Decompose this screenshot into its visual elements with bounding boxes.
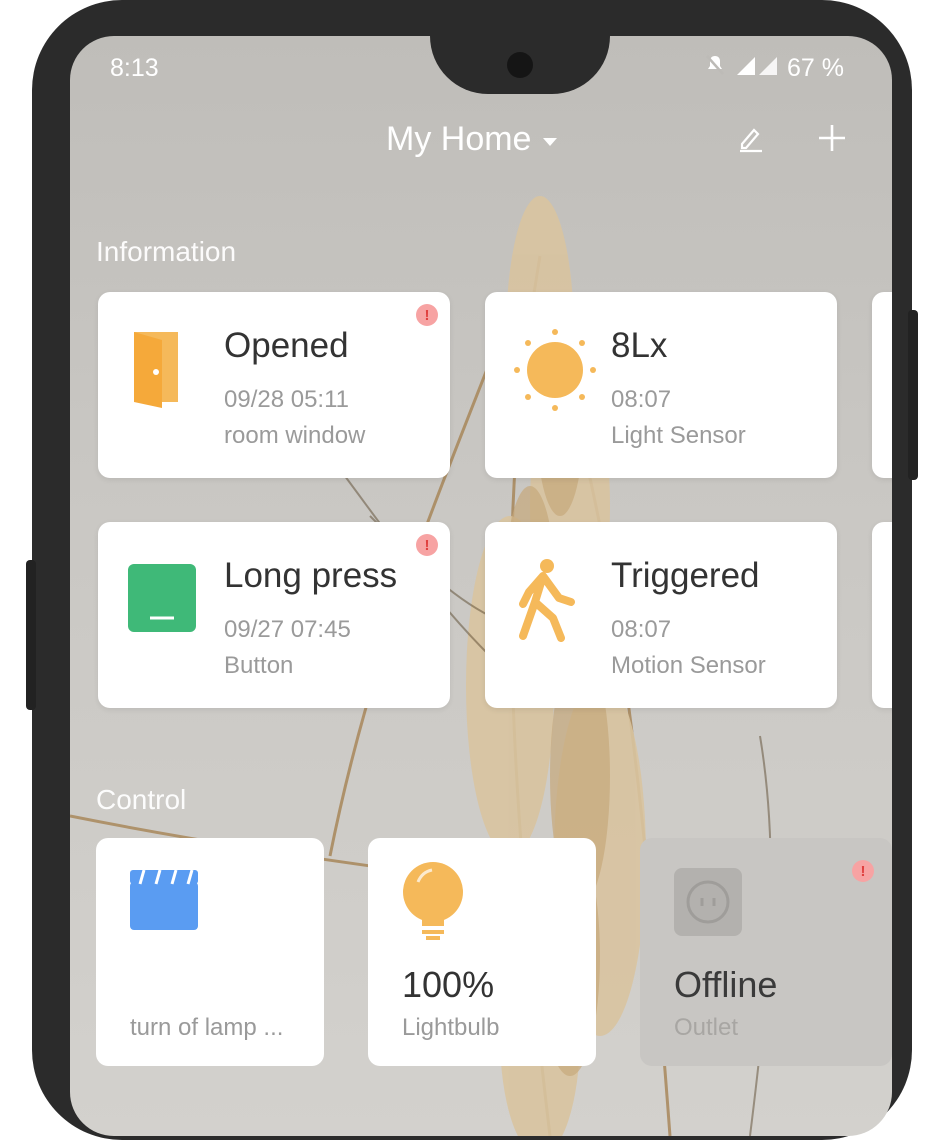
- mute-bell-icon: [703, 53, 727, 84]
- control-card-value: 100%: [402, 964, 495, 1005]
- power-button: [908, 310, 918, 480]
- chevron-down-icon: [543, 137, 558, 146]
- info-card-button[interactable]: Long press 09/27 07:45 Button !: [98, 522, 450, 708]
- info-card-motion-sensor[interactable]: Triggered 08:07 Motion Sensor: [485, 522, 837, 708]
- sun-icon: [513, 328, 597, 417]
- app-screen: 8:13 67 % My Home Information Opened 09/…: [70, 36, 892, 1136]
- button-icon: [126, 562, 198, 639]
- door-icon: [126, 328, 186, 413]
- status-time: 8:13: [110, 53, 159, 82]
- alert-badge: !: [416, 304, 438, 326]
- lightbulb-icon: [400, 860, 466, 947]
- outlet-icon: [672, 866, 744, 943]
- info-card-door[interactable]: Opened 09/28 05:11 room window !: [98, 292, 450, 478]
- home-title: My Home: [386, 120, 532, 158]
- control-card-value: Offline: [674, 964, 778, 1005]
- status-icons: 67 %: [703, 53, 844, 84]
- info-card-time: 08:07: [611, 616, 672, 643]
- app-header: My Home: [70, 116, 892, 172]
- signal-icon: [735, 53, 779, 84]
- clapperboard-icon: [128, 868, 200, 937]
- info-card-main: Triggered: [611, 556, 760, 595]
- alert-badge: !: [852, 860, 874, 882]
- battery-label: 67 %: [787, 53, 844, 82]
- control-section-label: Control: [96, 784, 187, 815]
- info-card-main: Opened: [224, 326, 349, 365]
- info-card-time: 09/27 07:45: [224, 616, 351, 643]
- control-card-outlet[interactable]: Offline Outlet !: [640, 838, 892, 1066]
- volume-button: [26, 560, 36, 710]
- info-card-sub: room window: [224, 422, 366, 449]
- plus-icon[interactable]: [816, 122, 848, 159]
- info-card-main: Long press: [224, 556, 398, 595]
- info-card-sub: Light Sensor: [611, 422, 746, 449]
- home-selector[interactable]: My Home: [386, 120, 558, 159]
- info-card-partial[interactable]: [872, 522, 892, 708]
- info-card-time: 08:07: [611, 386, 672, 413]
- info-card-light-sensor[interactable]: 8Lx 08:07 Light Sensor: [485, 292, 837, 478]
- control-card-label: turn of lamp ...: [130, 1014, 284, 1041]
- walking-person-icon: [513, 558, 577, 647]
- info-card-sub: Motion Sensor: [611, 652, 766, 679]
- alert-badge: !: [416, 534, 438, 556]
- control-card-lightbulb[interactable]: 100% Lightbulb: [368, 838, 596, 1066]
- info-card-time: 09/28 05:11: [224, 386, 350, 413]
- info-card-partial[interactable]: [872, 292, 892, 478]
- information-section-label: Information: [96, 236, 237, 267]
- info-card-main: 8Lx: [611, 326, 668, 365]
- edit-icon[interactable]: [734, 122, 766, 159]
- info-card-sub: Button: [224, 652, 294, 679]
- control-card-label: Outlet: [674, 1014, 739, 1041]
- status-bar: 8:13 67 %: [110, 50, 844, 86]
- control-card-scene[interactable]: turn of lamp ...: [96, 838, 324, 1066]
- control-card-label: Lightbulb: [402, 1014, 500, 1041]
